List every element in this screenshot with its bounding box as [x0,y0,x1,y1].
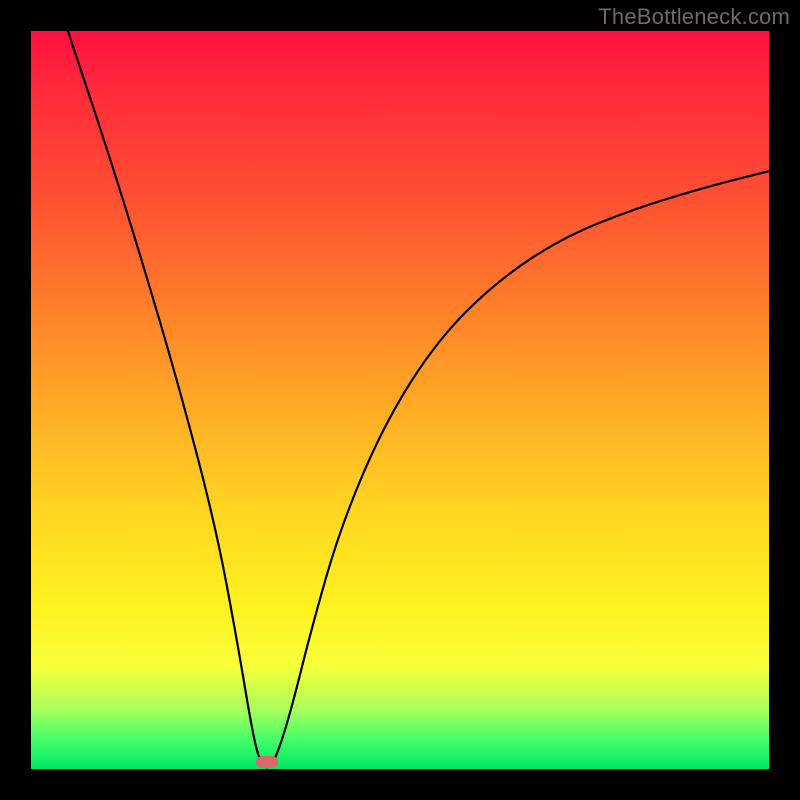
plot-area [31,31,769,769]
chart-frame: TheBottleneck.com [0,0,800,800]
bottleneck-curve [31,31,769,769]
watermark-text: TheBottleneck.com [598,4,790,30]
minimum-marker [256,756,278,768]
